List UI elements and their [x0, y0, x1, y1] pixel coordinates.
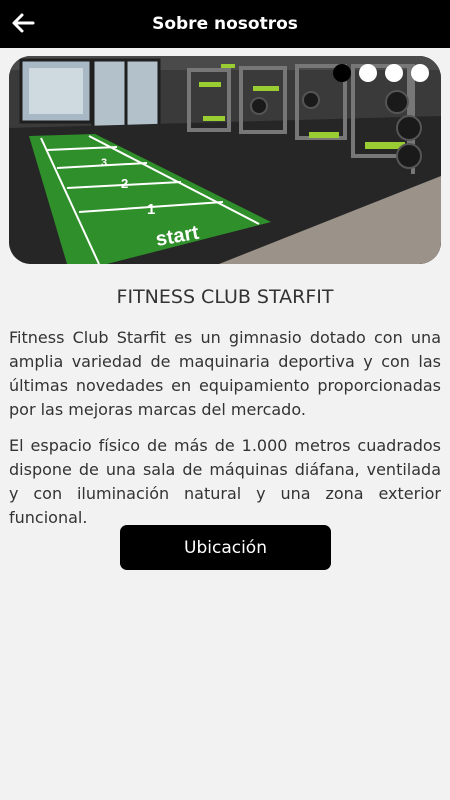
carousel-dot-2[interactable] [359, 64, 377, 82]
back-button[interactable] [10, 10, 36, 36]
gym-photo: start 1 2 3 [9, 56, 441, 264]
carousel-dot-4[interactable] [411, 64, 429, 82]
club-heading: FITNESS CLUB STARFIT [116, 286, 334, 308]
carousel-dot-3[interactable] [385, 64, 403, 82]
app-header: Sobre nosotros [0, 0, 450, 48]
location-button[interactable]: Ubicación [120, 525, 331, 570]
carousel-dots [333, 64, 429, 82]
description-paragraph-1: Fitness Club Starfit es un gimnasio dota… [9, 328, 441, 419]
turf-marking-3: 3 [101, 157, 107, 169]
description-paragraph-2: El espacio físico de más de 1.000 metros… [9, 436, 441, 527]
turf-marking-1: 1 [147, 201, 155, 218]
image-carousel[interactable]: start 1 2 3 [9, 56, 441, 264]
arrow-left-icon [12, 13, 35, 33]
page-title: Sobre nosotros [152, 14, 298, 34]
carousel-dot-1[interactable] [333, 64, 351, 82]
turf-marking-2: 2 [121, 176, 128, 191]
